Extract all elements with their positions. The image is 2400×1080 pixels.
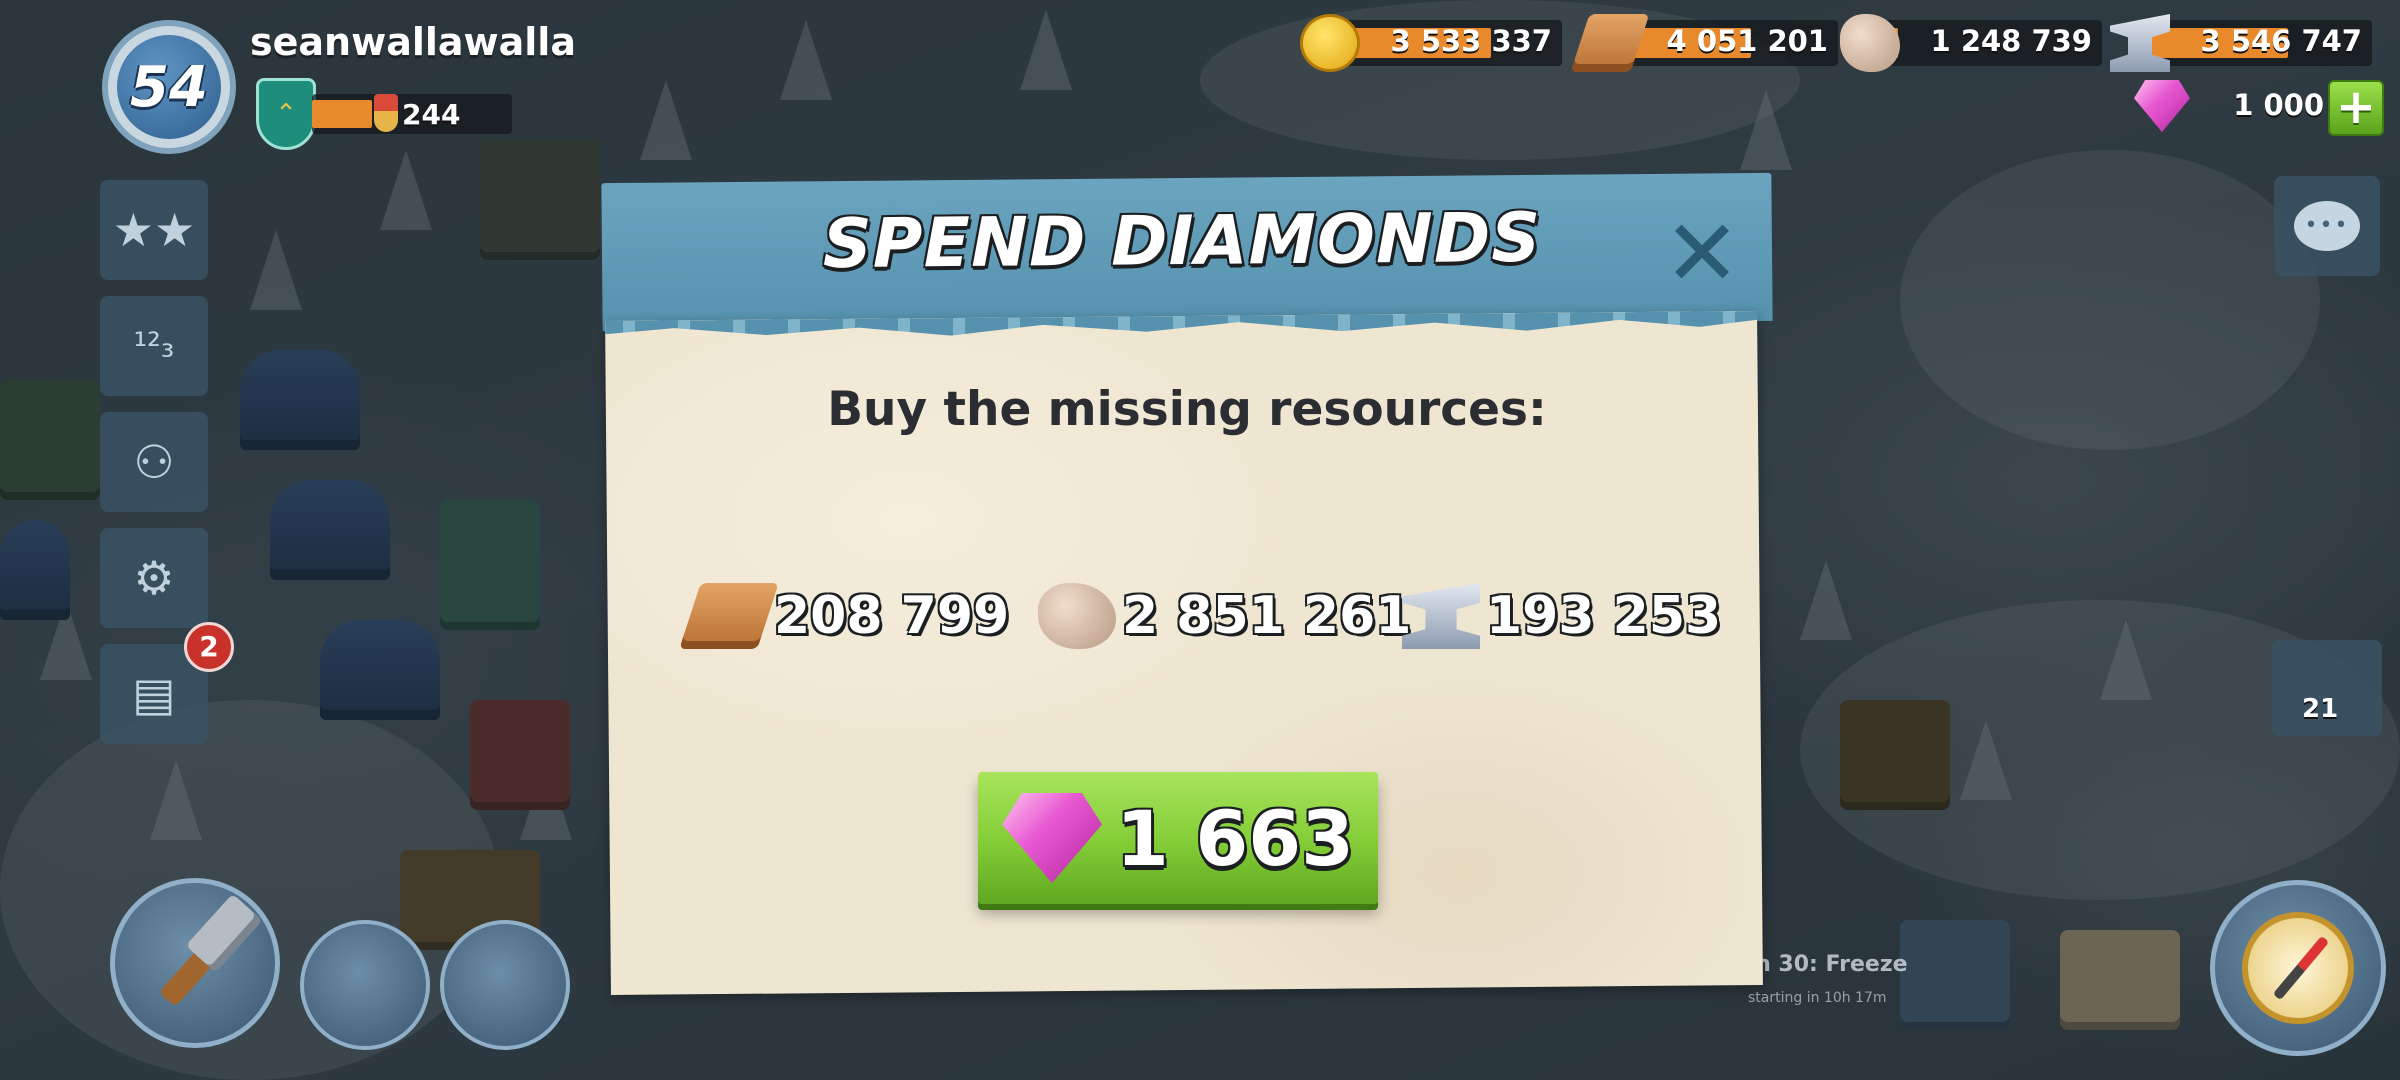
iron-amount: 3 546 747 (2200, 24, 2362, 58)
gold-amount: 3 533 337 (1390, 24, 1552, 58)
missing-iron-amount: 193 253 (1486, 586, 1722, 646)
gold-coin-icon (1300, 14, 1360, 72)
stone-icon (1840, 14, 1900, 72)
wood-resource-bar[interactable]: 4 051 201 (1570, 14, 1838, 72)
stars-button[interactable]: ★★ (100, 180, 208, 280)
notification-badge: 2 (184, 622, 234, 672)
victory-points-fill (312, 100, 372, 128)
treasure-chest-button[interactable] (300, 920, 430, 1050)
missing-wood: 208 799 (679, 576, 1010, 656)
missing-wood-amount: 208 799 (774, 586, 1010, 646)
missing-stone-amount: 2 851 261 (1122, 586, 1412, 646)
troops-count: 21 (2302, 694, 2339, 724)
diamond-resource[interactable]: 1 000 (2134, 80, 2340, 132)
buy-with-diamonds-button[interactable]: 1 663 (978, 772, 1378, 904)
wood-planks-icon (679, 583, 779, 649)
iron-resource-bar[interactable]: 3 546 747 (2110, 14, 2372, 72)
missing-iron: 193 253 (1402, 576, 1721, 656)
settings-icon: ⚙ (133, 551, 175, 605)
compass-icon (2242, 912, 2354, 1024)
rank-chevron-icon[interactable]: ⌃ (256, 78, 316, 150)
medal-icon (374, 94, 398, 132)
task-force-icon: ⚇ (133, 435, 175, 489)
victory-points-count: 244 (402, 98, 461, 131)
inventory-button[interactable] (440, 920, 570, 1050)
stone-resource-bar[interactable]: 1 248 739 (1840, 14, 2102, 72)
gold-resource-bar[interactable]: 3 533 337 (1300, 14, 1562, 72)
dialog-title: SPEND DIAMONDS (822, 198, 1542, 285)
compass-needle (2272, 935, 2330, 1001)
add-diamonds-button[interactable]: + (2328, 80, 2384, 136)
chat-button[interactable] (2274, 176, 2380, 276)
close-button[interactable]: ✕ (1660, 208, 1744, 300)
leaderboard-icon: ¹²₃ (133, 326, 175, 366)
player-name[interactable]: seanwallawalla (250, 20, 576, 64)
chat-bubble-icon (2294, 201, 2360, 251)
player-level: 54 (117, 35, 221, 139)
spend-diamonds-dialog: SPEND DIAMONDS ✕ Buy the missing resourc… (601, 172, 1773, 996)
task-force-button[interactable]: ⚇ (100, 412, 208, 512)
missing-stone: 2 851 261 (1038, 576, 1411, 656)
settings-button[interactable]: ⚙ (100, 528, 208, 628)
dialog-prompt: Buy the missing resources: (827, 382, 1547, 437)
wood-amount: 4 051 201 (1666, 24, 1828, 58)
stone-amount: 1 248 739 (1930, 24, 2092, 58)
build-button[interactable] (110, 878, 280, 1048)
compass-button[interactable] (2210, 880, 2386, 1056)
iron-ingot-icon (1402, 583, 1480, 649)
diamond-icon (1002, 793, 1102, 883)
stone-icon (1038, 583, 1116, 649)
diamond-amount: 1 000 (2233, 88, 2324, 122)
leaderboard-button[interactable]: ¹²₃ (100, 296, 208, 396)
diamond-price: 1 663 (1116, 793, 1354, 883)
newspaper-icon: ▤ (132, 667, 176, 721)
player-level-badge[interactable]: 54 (102, 20, 236, 154)
stars-icon: ★★ (112, 203, 196, 257)
